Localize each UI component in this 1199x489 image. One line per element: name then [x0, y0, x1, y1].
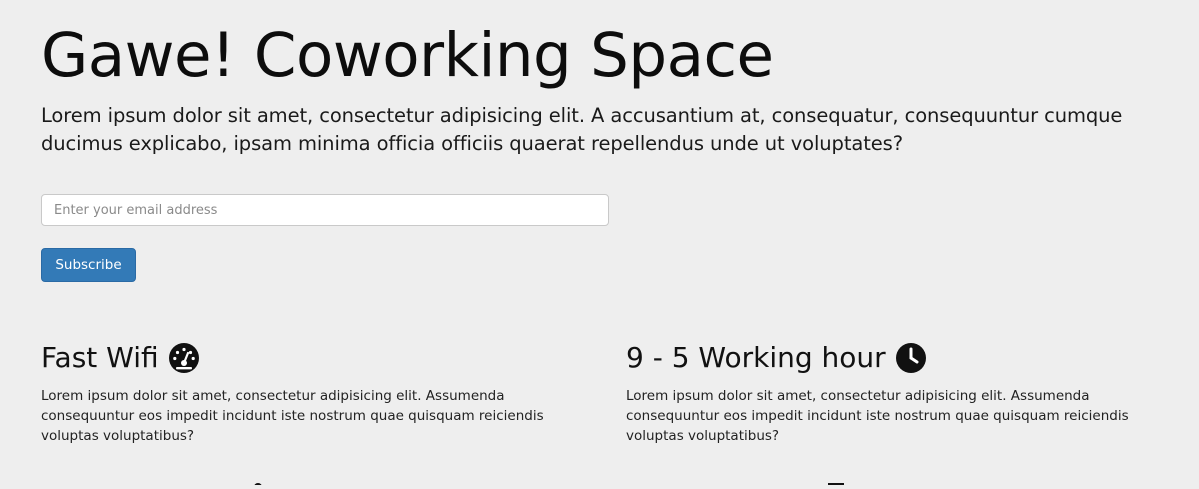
feature-description: Lorem ipsum dolor sit amet, consectetur …: [41, 388, 544, 444]
email-input[interactable]: [41, 194, 609, 226]
clock-icon: [895, 342, 927, 374]
hero-section: Gawe! Coworking Space Lorem ipsum dolor …: [41, 20, 1161, 158]
speedometer-icon: [168, 342, 200, 374]
feature-title-text: 9 - 5 Working hour: [626, 341, 886, 374]
feature-title-text: Fast Wifi: [41, 341, 159, 374]
feature-description: Lorem ipsum dolor sit amet, consectetur …: [626, 388, 1129, 444]
subscribe-button[interactable]: Subscribe: [41, 248, 136, 282]
hero-lead-text: Lorem ipsum dolor sit amet, consectetur …: [41, 104, 1123, 155]
feature-fast-wifi: Fast Wifi Lorem ipsum dolor sit amet, co…: [41, 340, 586, 446]
feature-title: Fast Wifi: [41, 340, 586, 376]
feature-title: 9 - 5 Working hour: [626, 340, 1171, 376]
partial-icon: [826, 470, 846, 485]
feature-working-hours: 9 - 5 Working hour Lorem ipsum dolor sit…: [626, 340, 1171, 446]
partial-icon: [248, 470, 268, 489]
page-title: Gawe! Coworking Space: [41, 20, 774, 91]
